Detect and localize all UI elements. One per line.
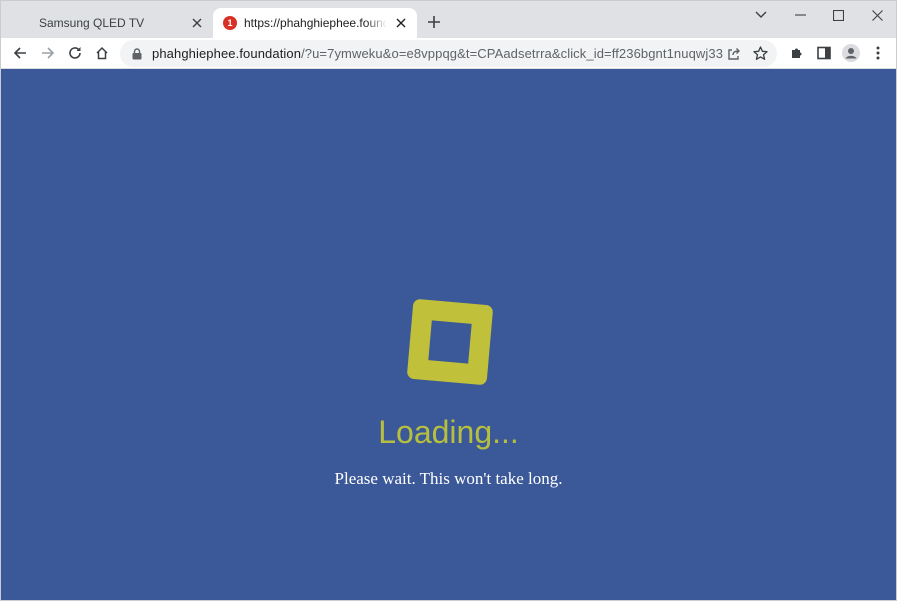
plus-icon [428, 16, 440, 28]
home-icon [96, 46, 108, 60]
kebab-menu-icon [876, 46, 880, 60]
maximize-icon [832, 9, 844, 21]
address-bar[interactable]: phahghiephee.foundation/?u=7ymweku&o=e8v… [120, 40, 777, 67]
url-path: /?u=7ymweku&o=e8vppqg&t=CPAadsetrra&clic… [301, 46, 723, 61]
tab-samsung-qled-tv[interactable]: Samsung QLED TV [23, 8, 213, 38]
url-text[interactable]: phahghiephee.foundation/?u=7ymweku&o=e8v… [152, 46, 723, 61]
side-panel-icon [817, 46, 831, 60]
page-content: Loading... Please wait. This won't take … [1, 69, 896, 600]
wait-message: Please wait. This won't take long. [334, 469, 563, 488]
minimize-icon [794, 14, 806, 16]
close-icon [871, 9, 883, 21]
back-button[interactable] [9, 42, 31, 64]
close-icon[interactable] [189, 15, 205, 31]
tab-title: https://phahghiephee.foundation [244, 16, 387, 30]
tab-title: Samsung QLED TV [39, 16, 145, 30]
star-icon[interactable] [749, 43, 771, 65]
lock-icon[interactable] [130, 47, 144, 61]
profile-icon [842, 44, 860, 62]
forward-button[interactable] [37, 42, 59, 64]
notification-badge-icon: 1 [223, 16, 237, 30]
maximize-button[interactable] [819, 1, 857, 29]
profile-button[interactable] [840, 42, 862, 64]
side-panel-button[interactable] [813, 42, 835, 64]
url-host: phahghiephee.foundation [152, 46, 302, 61]
reload-icon [69, 47, 81, 59]
home-button[interactable] [91, 42, 113, 64]
new-tab-button[interactable] [423, 11, 445, 33]
browser-window: Samsung QLED TV 1 https://phahghiephee.f… [0, 0, 897, 601]
tab-strip: Samsung QLED TV 1 https://phahghiephee.f… [1, 1, 896, 38]
chevron-down-icon [755, 11, 767, 18]
arrow-right-icon [42, 47, 55, 59]
share-icon[interactable] [723, 43, 745, 65]
toolbar: phahghiephee.foundation/?u=7ymweku&o=e8v… [1, 38, 896, 69]
extensions-button[interactable] [786, 42, 808, 64]
close-icon[interactable] [393, 15, 409, 31]
loading-spinner-icon [406, 298, 494, 386]
reload-button[interactable] [64, 42, 86, 64]
puzzle-icon [792, 48, 802, 58]
arrow-left-icon [13, 47, 26, 59]
close-window-button[interactable] [858, 1, 896, 29]
tab-phahghiephee[interactable]: 1 https://phahghiephee.foundation [213, 8, 417, 38]
minimize-button[interactable] [781, 1, 819, 29]
loading-text: Loading... [378, 414, 519, 450]
menu-button[interactable] [867, 42, 889, 64]
tab-search-button[interactable] [742, 1, 780, 29]
